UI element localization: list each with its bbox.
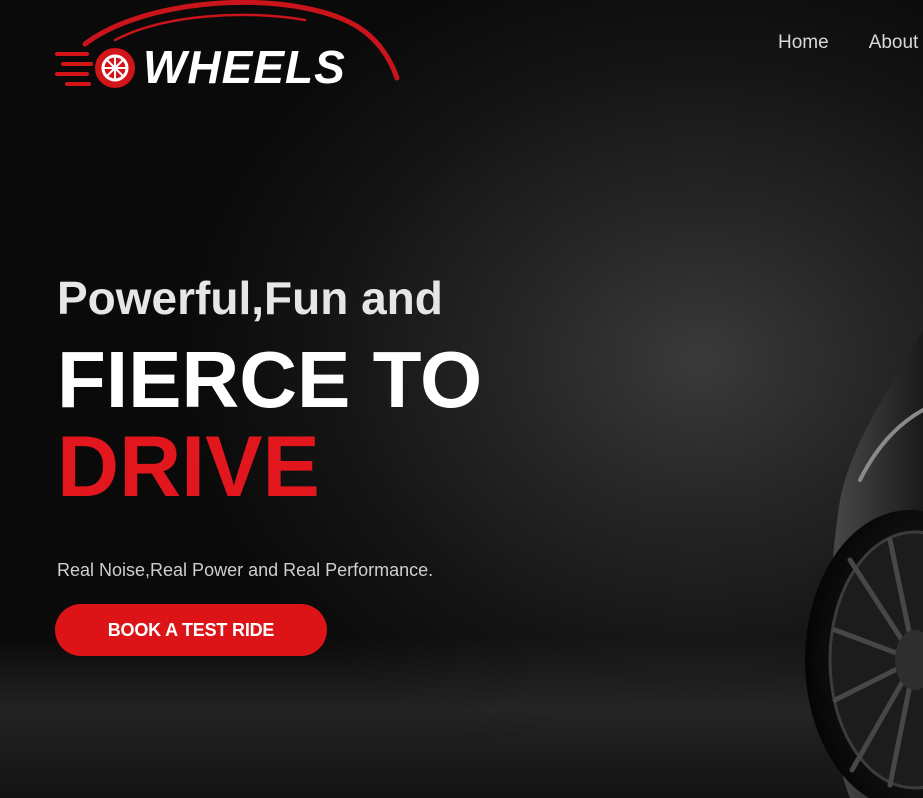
- hero-subtitle: Powerful,Fun and: [57, 272, 443, 324]
- brand-logo[interactable]: WHEELS: [55, 0, 405, 100]
- brand-name: WHEELS: [143, 41, 346, 93]
- hero-accent-title: DRIVE: [57, 419, 320, 515]
- car-icon: [805, 330, 923, 798]
- main-nav: Home About: [778, 32, 918, 54]
- book-test-ride-button[interactable]: BOOK A TEST RIDE: [55, 604, 327, 656]
- nav-item-home[interactable]: Home: [778, 32, 829, 54]
- hero-title: FIERCE TO: [57, 335, 483, 424]
- hero-page: WHEELS Home About Powerful,Fun and FIERC…: [0, 0, 923, 798]
- hero-tagline: Real Noise,Real Power and Real Performan…: [57, 560, 434, 580]
- floor-shadow: [0, 638, 923, 798]
- nav-item-about[interactable]: About: [869, 32, 919, 54]
